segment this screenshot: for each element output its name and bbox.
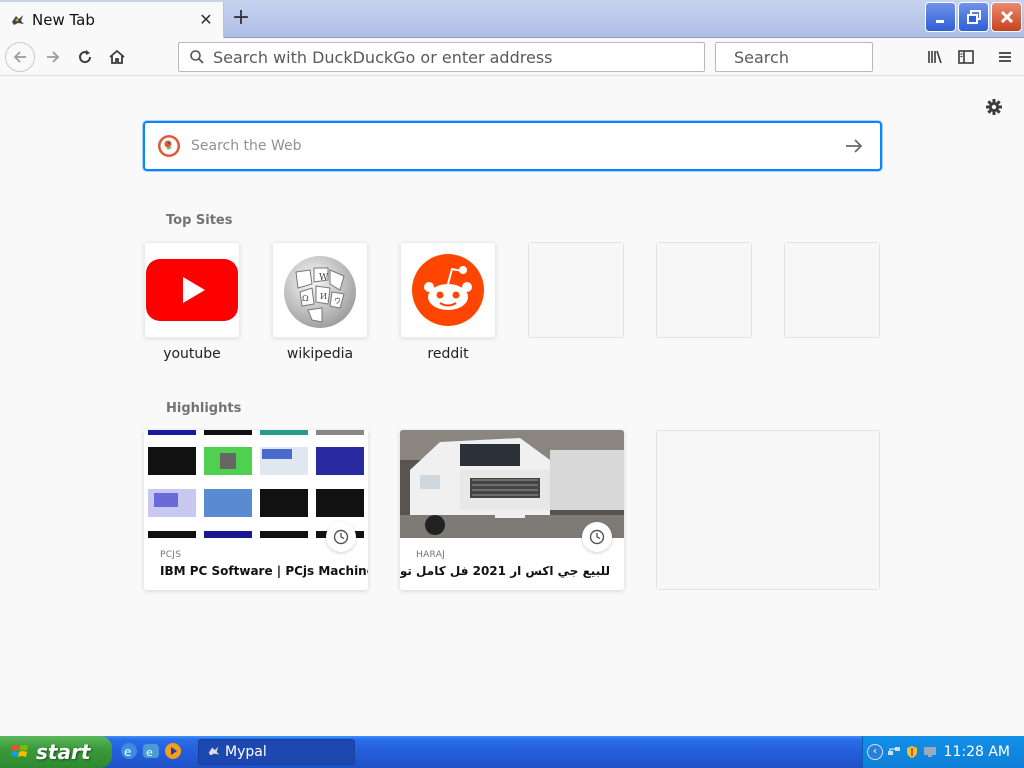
tab-new-tab[interactable]: New Tab ✕ [0, 2, 224, 38]
window-controls [925, 2, 1022, 32]
start-button[interactable]: start [0, 736, 112, 768]
site-tile[interactable] [400, 242, 496, 338]
library-button[interactable] [920, 42, 950, 72]
hamburger-menu-icon [999, 52, 1011, 62]
search-icon [190, 50, 204, 64]
search-bar[interactable] [715, 42, 934, 72]
quick-launch: e e [120, 742, 182, 760]
top-site-wikipedia[interactable]: W Ω И ウ wikipedia [272, 242, 368, 362]
highlight-card-haraj[interactable]: HARAJ للبيع جي اكس ار 2021 فل كامل تورنق… [400, 430, 624, 590]
empty-site-tile[interactable] [784, 242, 880, 338]
site-tile[interactable] [144, 242, 240, 338]
internet-explorer-icon[interactable]: e [120, 742, 138, 760]
search-submit-arrow-icon[interactable] [842, 134, 866, 158]
top-site-youtube[interactable]: youtube [144, 242, 240, 362]
taskbar-clock: 11:28 AM [943, 744, 1010, 760]
sidebar-icon [958, 50, 974, 64]
media-player-icon[interactable] [164, 742, 182, 760]
svg-text:Ω: Ω [302, 294, 309, 303]
address-bar[interactable] [178, 42, 705, 72]
mypal-icon [207, 744, 221, 761]
svg-text:e: e [124, 745, 131, 759]
sidebar-button[interactable] [951, 42, 981, 72]
duckduckgo-logo-icon [158, 135, 180, 157]
highlight-thumbnail [144, 430, 368, 538]
minimize-icon [935, 20, 944, 23]
web-search-box[interactable] [143, 121, 882, 171]
highlight-title: للبيع جي اكس ار 2021 فل كامل تورنق سعوه.… [400, 564, 610, 578]
reddit-logo-icon [412, 254, 484, 326]
home-button[interactable] [102, 42, 132, 72]
security-shield-icon[interactable] [905, 745, 919, 759]
library-icon [928, 50, 942, 64]
svg-text:e: e [146, 746, 153, 759]
top-site-reddit[interactable]: reddit [400, 242, 496, 362]
empty-site-tile[interactable] [528, 242, 624, 338]
top-sites-heading: Top Sites [166, 213, 233, 228]
address-input[interactable] [213, 47, 704, 67]
restore-icon [966, 10, 981, 24]
restore-button[interactable] [958, 2, 989, 32]
display-icon[interactable] [923, 745, 937, 759]
minimize-button[interactable] [925, 2, 956, 32]
back-button[interactable] [5, 42, 35, 72]
system-tray: ‹ 11:28 AM [862, 736, 1024, 768]
svg-text:И: И [320, 292, 327, 301]
network-icon[interactable] [887, 745, 901, 759]
highlight-card-pcjs[interactable]: PCJS IBM PC Software | PCjs Machines [144, 430, 368, 590]
highlight-source: HARAJ [416, 550, 446, 560]
show-hidden-icons-button[interactable]: ‹ [867, 744, 883, 760]
taskbar: start e e Mypal ‹ 11:28 AM [0, 736, 1024, 768]
site-label: reddit [427, 346, 469, 362]
top-site-empty[interactable] [528, 242, 624, 338]
highlights-heading: Highlights [166, 401, 242, 416]
settings-gear-icon[interactable] [983, 96, 1005, 118]
reload-button[interactable] [70, 42, 100, 72]
web-search-input[interactable] [191, 138, 842, 154]
empty-site-tile[interactable] [656, 242, 752, 338]
mypal-favicon-icon [10, 12, 26, 28]
tab-title: New Tab [32, 11, 95, 29]
site-label: youtube [163, 346, 221, 362]
site-tile[interactable]: W Ω И ウ [272, 242, 368, 338]
top-site-empty[interactable] [656, 242, 752, 338]
close-window-button[interactable] [991, 2, 1022, 32]
highlight-source: PCJS [160, 550, 182, 560]
outlook-express-icon[interactable]: e [142, 742, 160, 760]
close-icon [1000, 10, 1013, 24]
start-label: start [36, 740, 91, 764]
recent-clock-icon [582, 522, 612, 552]
svg-text:ウ: ウ [334, 297, 341, 305]
top-site-empty[interactable] [784, 242, 880, 338]
new-tab-button[interactable]: + [228, 6, 254, 32]
highlight-thumbnail [400, 430, 624, 538]
recent-clock-icon [326, 522, 356, 552]
tab-close-icon[interactable]: ✕ [195, 9, 217, 31]
highlight-title: IBM PC Software | PCjs Machines [160, 564, 368, 578]
home-icon [109, 49, 125, 64]
windows-flag-icon [11, 745, 28, 757]
menu-button[interactable] [990, 42, 1020, 72]
taskbar-app-mypal[interactable]: Mypal [198, 739, 355, 765]
highlight-card-empty [656, 430, 880, 590]
navigation-toolbar [0, 38, 1024, 76]
forward-button[interactable] [38, 42, 68, 72]
wikipedia-globe-icon: W Ω И ウ [284, 256, 356, 328]
forward-arrow-icon [47, 51, 60, 63]
back-arrow-icon [13, 51, 26, 63]
youtube-logo-icon [146, 259, 238, 321]
tab-strip: New Tab ✕ + [0, 0, 1024, 38]
reload-icon [79, 50, 92, 64]
svg-text:W: W [319, 273, 329, 283]
site-label: wikipedia [286, 346, 354, 362]
taskbar-app-label: Mypal [225, 744, 267, 760]
search-input[interactable] [734, 47, 934, 67]
